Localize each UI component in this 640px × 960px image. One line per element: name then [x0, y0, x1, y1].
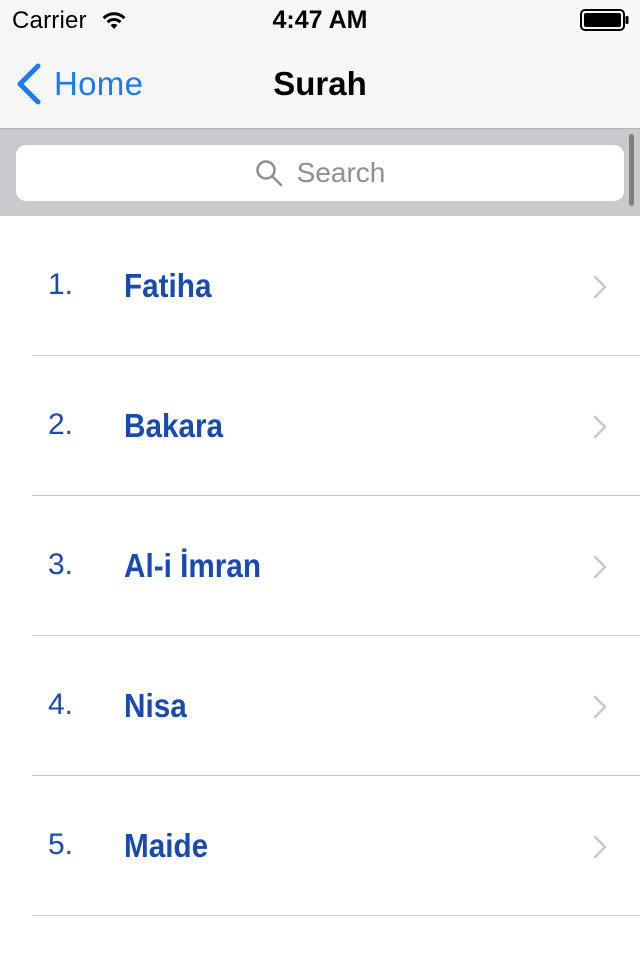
surah-name: Al-i İmran: [124, 547, 261, 584]
search-input[interactable]: Search: [16, 145, 624, 201]
search-bar: Search: [0, 128, 640, 216]
surah-number: 3.: [48, 548, 74, 581]
screen: Carrier 4:47 AM Home Surah Search 1. Fat…: [0, 0, 640, 960]
chevron-right-icon: [593, 555, 607, 579]
surah-number: 2.: [48, 408, 74, 441]
list-item[interactable]: 4. Nisa: [0, 636, 640, 776]
list-item[interactable]: 2. Bakara: [0, 356, 640, 496]
battery-icon: [580, 9, 629, 31]
status-bar: Carrier 4:47 AM: [0, 0, 640, 40]
list-item[interactable]: 1. Fatiha: [0, 216, 640, 356]
surah-name: Maide: [124, 827, 209, 864]
search-icon: [255, 160, 282, 187]
search-placeholder: Search: [296, 157, 386, 188]
surah-name: Nisa: [124, 687, 187, 724]
list-item[interactable]: 5. Maide: [0, 776, 640, 916]
status-time: 4:47 AM: [272, 6, 368, 34]
chevron-right-icon: [593, 275, 607, 299]
surah-name: Bakara: [124, 407, 224, 444]
surah-number: 5.: [48, 828, 74, 861]
page-title: Surah: [273, 65, 367, 102]
surah-number: 1.: [48, 268, 74, 301]
surah-name: Fatiha: [124, 267, 212, 304]
surah-number: 4.: [48, 688, 74, 721]
chevron-right-icon: [593, 695, 607, 719]
list-item[interactable]: 3. Al-i İmran: [0, 496, 640, 636]
navigation-bar: Home Surah: [0, 40, 640, 128]
surah-list: 1. Fatiha 2. Bakara 3. Al-i İmran 4. Nis…: [0, 216, 640, 916]
scroll-indicator[interactable]: [629, 134, 634, 206]
chevron-right-icon: [593, 415, 607, 439]
chevron-right-icon: [593, 835, 607, 859]
